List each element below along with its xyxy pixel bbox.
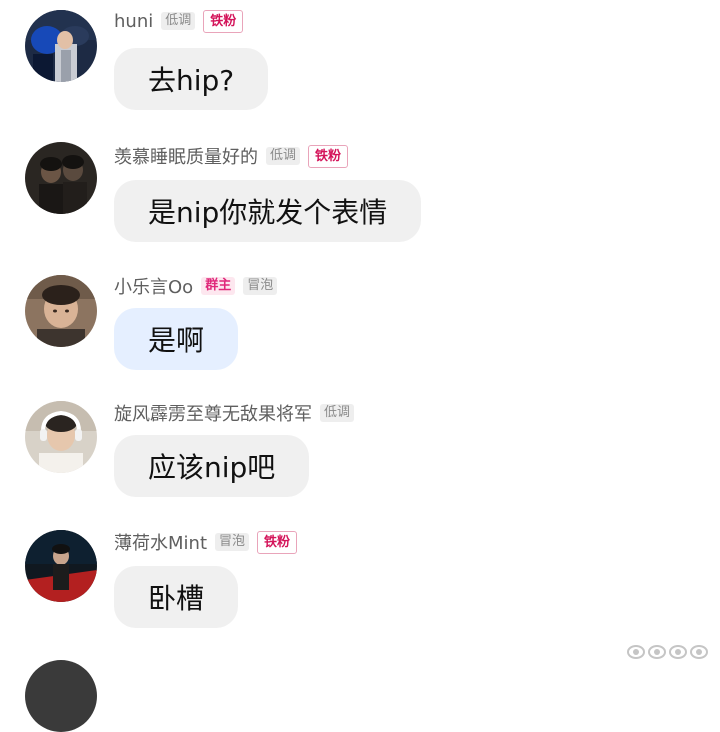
username[interactable]: 旋风霹雳至尊无敌果将军 [114,400,312,426]
message-meta: 薄荷水Mint 冒泡 铁粉 [114,528,305,556]
message-text: 去hip? [148,64,235,97]
eye-icon [648,645,666,659]
avatar[interactable] [25,142,97,214]
message-meta: 旋风霹雳至尊无敌果将军 低调 [114,399,362,427]
avatar[interactable] [25,275,97,347]
fan-badge: 铁粉 [257,530,298,554]
message-meta: huni 低调 铁粉 [114,7,251,35]
eye-icon [669,645,687,659]
status-badge: 低调 [320,404,355,422]
username[interactable]: 薄荷水Mint [114,529,207,555]
fan-badge: 铁粉 [203,9,244,33]
eye-icon [690,645,708,659]
status-badge: 低调 [161,12,196,30]
avatar[interactable] [25,530,97,602]
message-bubble[interactable]: 卧槽 [114,566,239,628]
avatar[interactable] [25,10,97,82]
message-bubble[interactable]: 是nip你就发个表情 [114,180,422,242]
message-text: 是啊 [148,324,205,357]
message-meta: 羡慕睡眠质量好的 低调 铁粉 [114,142,356,170]
message-meta: 小乐言Oo 群主 冒泡 [114,272,285,300]
message-text: 应该nip吧 [148,451,276,484]
status-badge: 低调 [266,147,301,165]
avatar[interactable] [25,660,97,732]
watermark-icons [624,645,708,659]
message-bubble[interactable]: 是啊 [114,308,239,370]
username[interactable]: 羡慕睡眠质量好的 [114,143,258,169]
eye-icon [627,645,645,659]
owner-badge: 群主 [201,277,236,295]
message-bubble[interactable]: 应该nip吧 [114,435,310,497]
fan-badge: 铁粉 [308,144,349,168]
status-badge: 冒泡 [243,277,278,295]
message-bubble[interactable]: 去hip? [114,48,269,110]
status-badge: 冒泡 [215,533,250,551]
chat-message-list: huni 低调 铁粉 去hip? 羡慕睡眠质量好的 低调 铁粉 是nip你就发个… [0,0,720,732]
username[interactable]: 小乐言Oo [114,273,193,299]
username[interactable]: huni [114,11,153,32]
avatar[interactable] [25,401,97,473]
message-text: 是nip你就发个表情 [148,196,388,229]
message-text: 卧槽 [148,582,205,615]
